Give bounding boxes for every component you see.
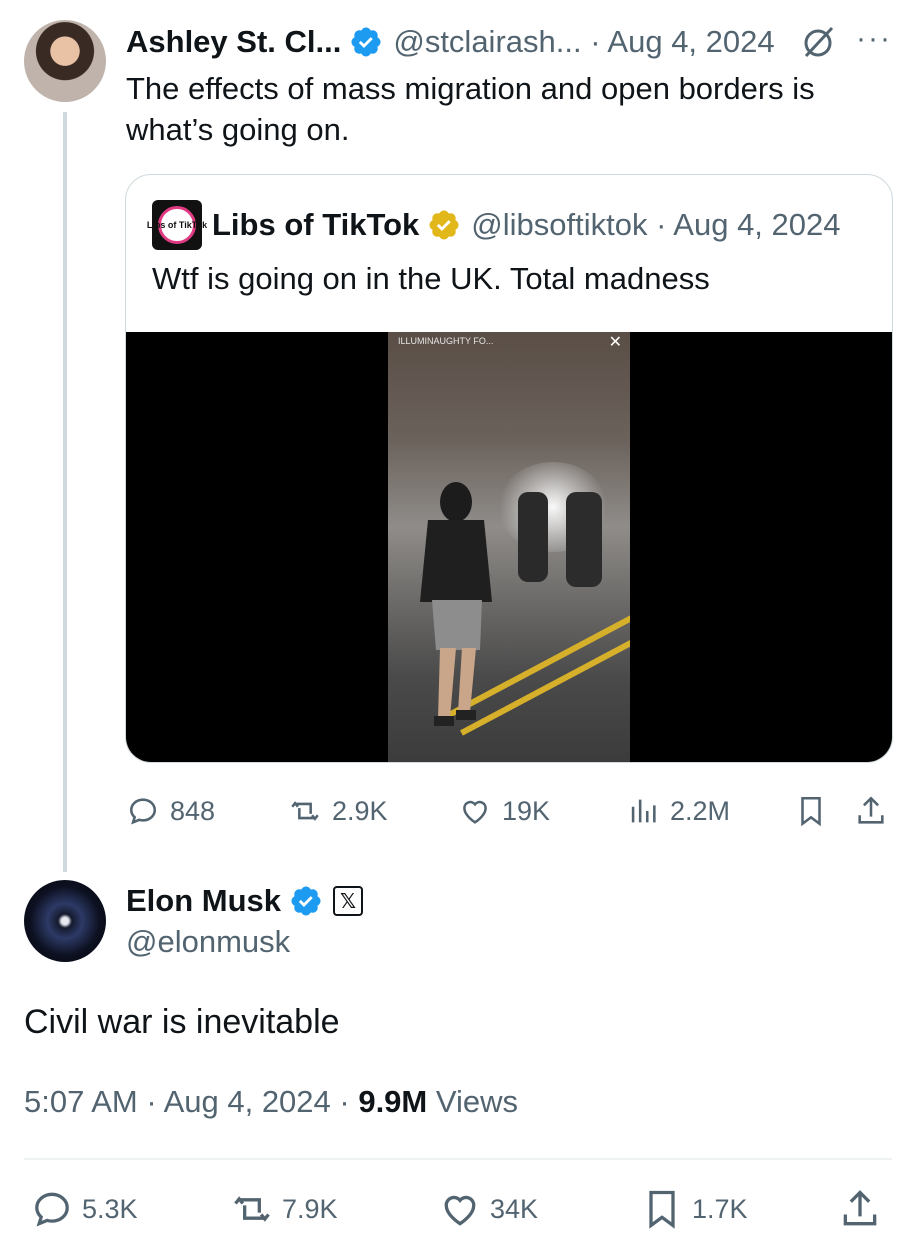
- main-tweet-timestamp: 5:07 AM · Aug 4, 2024 · 9.9M Views: [24, 1082, 518, 1122]
- reply-button[interactable]: 848: [126, 790, 215, 832]
- video-player[interactable]: ILLUMINAUGHTY FO... ✕: [126, 332, 892, 762]
- like-icon: [444, 1195, 476, 1226]
- reply-icon: [35, 1192, 69, 1227]
- reply-icon: [129, 798, 157, 825]
- main-tweet-header: Elon Musk 𝕏: [126, 880, 364, 922]
- author-avatar[interactable]: [24, 20, 106, 102]
- views-total: 9.9M: [358, 1084, 428, 1119]
- repost-count: 2.9K: [332, 795, 388, 826]
- main-tweet-text: Civil war is inevitable: [24, 1003, 340, 1041]
- bookmark-count: 1.7K: [692, 1193, 748, 1224]
- quoted-handle-and-date[interactable]: @libsoftiktok · Aug 4, 2024: [471, 207, 840, 243]
- author-name[interactable]: Ashley St. Cl...: [126, 24, 341, 60]
- share-icon: [843, 1190, 877, 1226]
- main-author-handle[interactable]: @elonmusk: [126, 922, 290, 962]
- quoted-author-name[interactable]: Libs of TikTok: [212, 207, 419, 243]
- repost-count: 7.9K: [282, 1193, 338, 1224]
- video-figure-foreground: [420, 482, 492, 726]
- like-count: 19K: [502, 795, 551, 826]
- repost-button[interactable]: 7.9K: [230, 1186, 338, 1232]
- parent-tweet-text: The effects of mass migration and open b…: [126, 71, 815, 147]
- quoted-tweet-text: Wtf is going on in the UK. Total madness: [152, 261, 710, 296]
- quoted-tweet-card[interactable]: Libs of TikTok Libs of TikTok @libsoftik…: [125, 174, 893, 763]
- more-icon[interactable]: ···: [856, 24, 896, 60]
- verified-badge-icon[interactable]: [349, 25, 383, 59]
- like-count: 34K: [490, 1193, 539, 1224]
- parent-action-bar: 848 2.9K 19K 2.2M: [126, 790, 892, 832]
- divider: [24, 1158, 892, 1160]
- video-figure: [566, 492, 602, 587]
- verified-badge-icon[interactable]: [427, 208, 461, 242]
- bookmark-button[interactable]: [794, 790, 838, 832]
- timestamp-text[interactable]: 5:07 AM · Aug 4, 2024 ·: [24, 1084, 358, 1119]
- main-author-avatar[interactable]: [24, 880, 106, 962]
- handle-and-date[interactable]: @stclairash... · Aug 4, 2024: [393, 24, 774, 60]
- repost-icon: [234, 1196, 270, 1222]
- repost-button[interactable]: 2.9K: [288, 790, 388, 832]
- repost-icon: [291, 801, 319, 821]
- share-button[interactable]: [854, 790, 898, 832]
- views-label: Views: [427, 1084, 518, 1119]
- thread-connector-line: [63, 112, 67, 872]
- grok-icon[interactable]: [798, 22, 838, 62]
- quoted-tweet-header: Libs of TikTok Libs of TikTok @libsoftik…: [147, 200, 841, 250]
- video-account-overlay: ILLUMINAUGHTY FO...: [398, 336, 494, 346]
- main-author-name[interactable]: Elon Musk: [126, 883, 281, 919]
- reply-count: 848: [170, 795, 216, 826]
- like-icon: [463, 800, 487, 824]
- verified-badge-icon[interactable]: [289, 884, 323, 918]
- bookmark-button[interactable]: 1.7K: [640, 1186, 748, 1232]
- share-button[interactable]: [838, 1186, 890, 1232]
- views-button[interactable]: 2.2M: [626, 790, 730, 832]
- views-count: 2.2M: [670, 795, 731, 826]
- x-affiliate-badge-icon[interactable]: 𝕏: [333, 886, 364, 916]
- reply-count: 5.3K: [82, 1193, 138, 1224]
- bookmark-icon: [649, 1190, 675, 1229]
- video-figure: [518, 492, 548, 582]
- reply-button[interactable]: 5.3K: [30, 1186, 138, 1232]
- main-action-bar: 5.3K 7.9K 34K 1.7K: [30, 1186, 892, 1232]
- video-close-icon: ✕: [608, 334, 622, 351]
- quoted-avatar-logo: Libs of TikTok: [147, 206, 207, 244]
- bookmark-icon: [801, 796, 821, 827]
- video-frame: ILLUMINAUGHTY FO... ✕: [388, 332, 630, 762]
- parent-tweet-header: Ashley St. Cl... @stclairash... · Aug 4,…: [126, 22, 775, 62]
- views-icon: [631, 799, 656, 823]
- share-icon: [858, 796, 884, 824]
- like-button[interactable]: 19K: [458, 790, 550, 832]
- like-button[interactable]: 34K: [438, 1186, 538, 1232]
- quoted-author-avatar[interactable]: Libs of TikTok: [147, 200, 207, 250]
